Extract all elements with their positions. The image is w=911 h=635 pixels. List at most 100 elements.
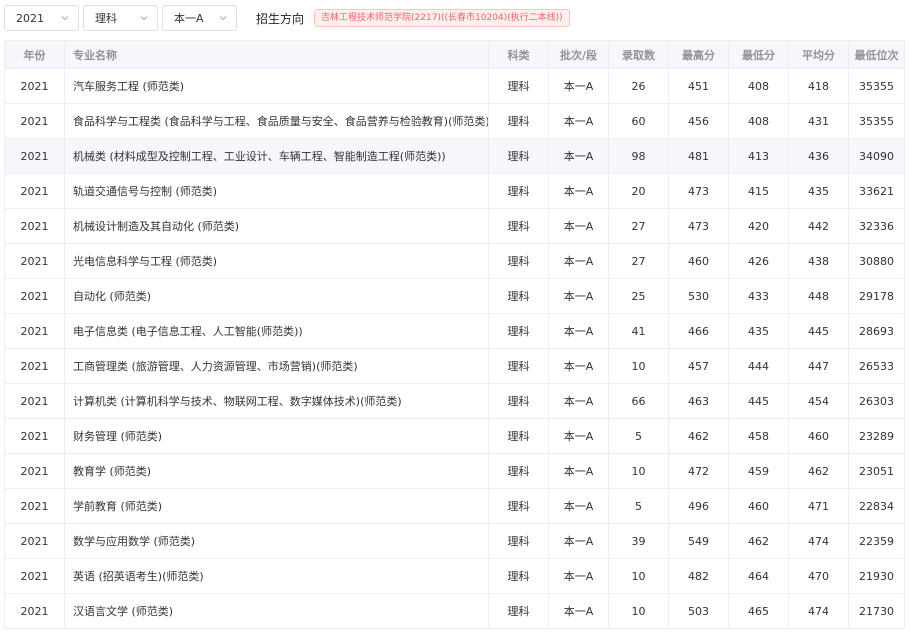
cell-min-score: 426: [728, 243, 789, 279]
header-year: 年份: [4, 40, 65, 69]
cell-batch: 本一A: [548, 138, 609, 174]
year-select-value: 2021: [16, 11, 44, 25]
cell-min-score: 433: [728, 278, 789, 314]
cell-major: 教育学 (师范类): [64, 453, 489, 489]
cell-min-rank: 22834: [848, 488, 905, 524]
cell-admitted: 10: [608, 593, 669, 629]
cell-admitted: 5: [608, 488, 669, 524]
cell-avg-score: 447: [788, 348, 849, 384]
cell-avg-score: 474: [788, 523, 849, 559]
cell-major: 汉语言文学 (师范类): [64, 593, 489, 629]
cell-min-rank: 28693: [848, 313, 905, 349]
cell-major: 财务管理 (师范类): [64, 418, 489, 454]
cell-min-score: 445: [728, 383, 789, 419]
cell-min-rank: 30880: [848, 243, 905, 279]
cell-min-rank: 32336: [848, 208, 905, 244]
cell-subject: 理科: [488, 558, 549, 594]
cell-batch: 本一A: [548, 593, 609, 629]
cell-batch: 本一A: [548, 243, 609, 279]
cell-subject: 理科: [488, 103, 549, 139]
cell-major: 工商管理类 (旅游管理、人力资源管理、市场营销)(师范类): [64, 348, 489, 384]
cell-batch: 本一A: [548, 278, 609, 314]
cell-admitted: 27: [608, 208, 669, 244]
cell-year: 2021: [4, 523, 65, 559]
header-min-score: 最低分: [728, 40, 789, 69]
table-row: 2021 光电信息科学与工程 (师范类) 理科 本一A 27 460 426 438 30880: [4, 243, 905, 279]
cell-admitted: 26: [608, 68, 669, 104]
cell-avg-score: 470: [788, 558, 849, 594]
cell-min-score: 408: [728, 68, 789, 104]
batch-select[interactable]: 本一A: [162, 5, 237, 31]
cell-subject: 理科: [488, 68, 549, 104]
year-select[interactable]: 2021: [4, 5, 79, 31]
cell-year: 2021: [4, 453, 65, 489]
table-row: 2021 自动化 (师范类) 理科 本一A 25 530 433 448 29178: [4, 278, 905, 314]
cell-min-rank: 22359: [848, 523, 905, 559]
header-admitted: 录取数: [608, 40, 669, 69]
batch-select-value: 本一A: [174, 12, 204, 25]
cell-admitted: 10: [608, 453, 669, 489]
cell-admitted: 10: [608, 558, 669, 594]
cell-year: 2021: [4, 243, 65, 279]
cell-year: 2021: [4, 593, 65, 629]
cell-year: 2021: [4, 173, 65, 209]
table-row: 2021 汉语言文学 (师范类) 理科 本一A 10 503 465 474 21730: [4, 593, 905, 629]
cell-max-score: 549: [668, 523, 729, 559]
cell-subject: 理科: [488, 243, 549, 279]
header-major: 专业名称: [64, 40, 489, 69]
cell-avg-score: 438: [788, 243, 849, 279]
cell-batch: 本一A: [548, 523, 609, 559]
cell-min-score: 465: [728, 593, 789, 629]
cell-max-score: 457: [668, 348, 729, 384]
subject-select[interactable]: 理科: [83, 5, 158, 31]
cell-avg-score: 460: [788, 418, 849, 454]
cell-max-score: 463: [668, 383, 729, 419]
table-row: 2021 计算机类 (计算机科学与技术、物联网工程、数字媒体技术)(师范类) 理科本…: [4, 383, 905, 419]
cell-admitted: 25: [608, 278, 669, 314]
cell-avg-score: 435: [788, 173, 849, 209]
direction-tag[interactable]: 吉林工程技术师范学院(2217)((长春市10204)(执行二本线)): [314, 9, 570, 27]
cell-admitted: 60: [608, 103, 669, 139]
cell-major: 食品科学与工程类 (食品科学与工程、食品质量与安全、食品营养与检验教育)(师范类…: [64, 103, 489, 139]
cell-year: 2021: [4, 68, 65, 104]
cell-year: 2021: [4, 278, 65, 314]
direction-label: 招生方向: [256, 11, 305, 26]
cell-batch: 本一A: [548, 68, 609, 104]
cell-subject: 理科: [488, 523, 549, 559]
cell-year: 2021: [4, 488, 65, 524]
cell-avg-score: 448: [788, 278, 849, 314]
table-row: 2021 轨道交通信号与控制 (师范类) 理科 本一A 20 473 415 435 33621: [4, 173, 905, 209]
cell-min-score: 435: [728, 313, 789, 349]
cell-major: 机械类 (材料成型及控制工程、工业设计、车辆工程、智能制造工程(师范类)): [64, 138, 489, 174]
cell-min-rank: 21730: [848, 593, 905, 629]
cell-major: 汽车服务工程 (师范类): [64, 68, 489, 104]
table-row: 2021 电子信息类 (电子信息工程、人工智能(师范类)) 理科 本一A 41 466 43…: [4, 313, 905, 349]
cell-batch: 本一A: [548, 418, 609, 454]
cell-min-rank: 33621: [848, 173, 905, 209]
cell-year: 2021: [4, 558, 65, 594]
cell-major: 光电信息科学与工程 (师范类): [64, 243, 489, 279]
cell-admitted: 20: [608, 173, 669, 209]
table-row: 2021 食品科学与工程类 (食品科学与工程、食品质量与安全、食品营养与检验教育)…: [4, 103, 905, 139]
filter-bar: 2021 理科 本一A 招生方向 吉林工程技术师范学院(2217)((长春市10…: [4, 5, 570, 31]
cell-batch: 本一A: [548, 453, 609, 489]
cell-admitted: 66: [608, 383, 669, 419]
cell-year: 2021: [4, 313, 65, 349]
header-max-score: 最高分: [668, 40, 729, 69]
cell-min-rank: 35355: [848, 103, 905, 139]
cell-min-score: 413: [728, 138, 789, 174]
cell-batch: 本一A: [548, 103, 609, 139]
cell-admitted: 27: [608, 243, 669, 279]
cell-batch: 本一A: [548, 208, 609, 244]
cell-max-score: 482: [668, 558, 729, 594]
cell-max-score: 473: [668, 208, 729, 244]
cell-admitted: 10: [608, 348, 669, 384]
cell-max-score: 456: [668, 103, 729, 139]
cell-batch: 本一A: [548, 488, 609, 524]
cell-max-score: 473: [668, 173, 729, 209]
table-row: 2021 财务管理 (师范类) 理科 本一A 5 462 458 460 23289: [4, 418, 905, 454]
cell-major: 机械设计制造及其自动化 (师范类): [64, 208, 489, 244]
table-row: 2021 机械设计制造及其自动化 (师范类) 理科 本一A 27 473 420 442 323…: [4, 208, 905, 244]
cell-major: 英语 (招英语考生)(师范类): [64, 558, 489, 594]
cell-max-score: 451: [668, 68, 729, 104]
